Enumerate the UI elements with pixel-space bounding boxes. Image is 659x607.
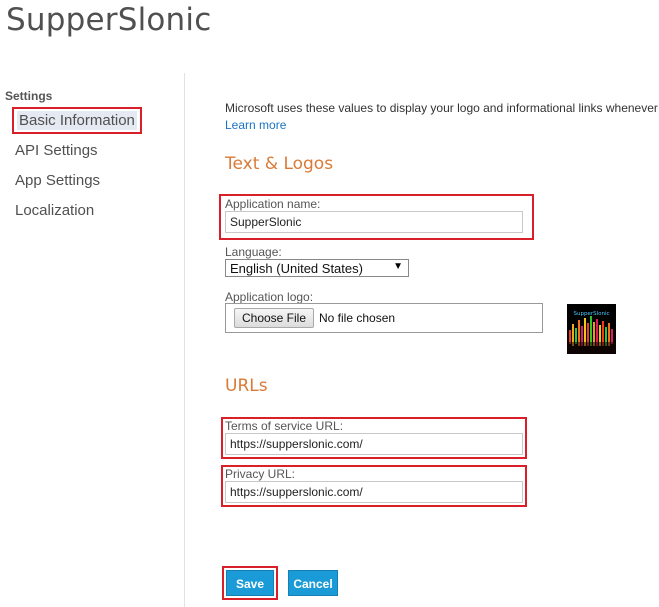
- sidebar-item-app-settings[interactable]: App Settings: [15, 172, 100, 189]
- sidebar-heading: Settings: [5, 89, 53, 103]
- privacy-url-input[interactable]: [225, 481, 523, 503]
- sidebar-item-localization[interactable]: Localization: [15, 202, 94, 219]
- logo-label: Application logo:: [225, 290, 314, 304]
- tos-url-input[interactable]: [225, 433, 523, 455]
- logo-equalizer-image: SupperSlonic: [567, 304, 616, 354]
- privacy-label: Privacy URL:: [225, 467, 296, 481]
- sidebar-item-label: Basic Information: [17, 111, 137, 130]
- file-status-text: No file chosen: [319, 311, 396, 325]
- sidebar-divider: [184, 73, 185, 607]
- save-button[interactable]: Save: [226, 570, 274, 596]
- logo-thumb-text: SupperSlonic: [573, 311, 609, 317]
- cancel-button[interactable]: Cancel: [288, 570, 338, 596]
- app-name-input[interactable]: [225, 211, 523, 233]
- intro-text: Microsoft uses these values to display y…: [225, 101, 658, 115]
- language-selected-value: English (United States): [230, 261, 363, 276]
- app-name-label: Application name:: [225, 197, 321, 211]
- app-title: SupperSlonic: [6, 2, 212, 38]
- choose-file-button[interactable]: Choose File: [234, 308, 314, 328]
- learn-more-link[interactable]: Learn more: [225, 118, 286, 132]
- language-select[interactable]: English (United States) ▼: [225, 259, 409, 277]
- sidebar-item-api-settings[interactable]: API Settings: [15, 142, 98, 159]
- dropdown-arrow-icon: ▼: [393, 261, 403, 272]
- tos-label: Terms of service URL:: [225, 419, 344, 433]
- sidebar-item-basic-information[interactable]: Basic Information: [12, 107, 142, 134]
- app-logo-preview: SupperSlonic: [567, 304, 616, 354]
- urls-heading: URLs: [225, 376, 268, 396]
- language-label: Language:: [225, 245, 282, 259]
- text-logos-heading: Text & Logos: [225, 154, 334, 174]
- logo-file-input[interactable]: Choose File No file chosen: [225, 303, 543, 333]
